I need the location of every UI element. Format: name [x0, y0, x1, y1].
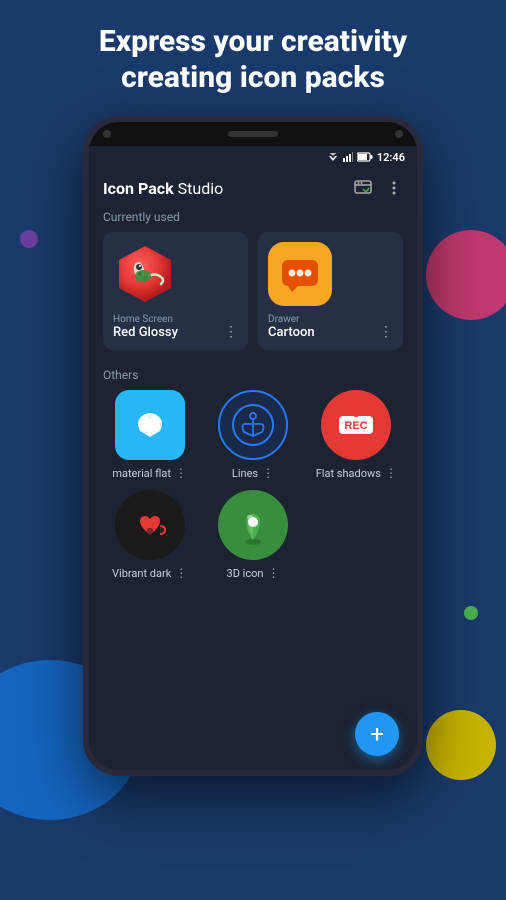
status-icons: 12:46: [327, 151, 405, 164]
shield-icon[interactable]: [353, 178, 373, 198]
lines-footer: Lines ⋮: [206, 466, 299, 480]
vibrant-dark-name: Vibrant dark: [112, 567, 171, 580]
3d-icon-footer: 3D icon ⋮: [206, 566, 299, 580]
3d-icon-svg: [228, 500, 278, 550]
flat-shadows-dots[interactable]: ⋮: [385, 466, 397, 480]
fab-plus-icon: +: [370, 722, 384, 746]
lines-icon: [218, 390, 288, 460]
front-camera2: [395, 130, 403, 138]
title-bold: Icon Pack: [103, 179, 174, 198]
3d-icon-name: 3D icon: [227, 567, 264, 580]
home-screen-name: Red Glossy: [113, 325, 178, 340]
status-time: 12:46: [377, 151, 405, 164]
phone-frame: 12:46 Icon Pack Studio: [83, 116, 423, 776]
material-flat-name: material flat: [112, 467, 171, 480]
flat-shadows-item[interactable]: REC Flat shadows ⋮: [310, 390, 403, 480]
title-normal: Studio: [174, 179, 224, 198]
vibrant-dark-svg: [125, 500, 175, 550]
cartoon-icon: [268, 242, 332, 306]
3d-icon-item[interactable]: 3D icon ⋮: [206, 490, 299, 580]
flat-shadows-svg: REC: [331, 400, 381, 450]
vibrant-dark-dots[interactable]: ⋮: [175, 566, 187, 580]
drawer-dots[interactable]: ⋮: [379, 324, 393, 340]
phone-top-bar: [89, 122, 417, 146]
red-glossy-svg: [113, 242, 177, 306]
vibrant-dark-item[interactable]: Vibrant dark ⋮: [103, 490, 196, 580]
lines-item[interactable]: Lines ⋮: [206, 390, 299, 480]
drawer-card-footer: Drawer Cartoon ⋮: [268, 314, 393, 340]
bg-circle-magenta: [426, 230, 506, 320]
front-camera: [103, 130, 111, 138]
app-toolbar: Icon Pack Studio: [89, 168, 417, 206]
fab-button[interactable]: +: [355, 712, 399, 756]
drawer-subtitle: Drawer: [268, 314, 315, 325]
signal-icon: [343, 152, 353, 162]
lines-dots[interactable]: ⋮: [262, 466, 274, 480]
header-text: Express your creativity creating icon pa…: [59, 0, 447, 116]
drawer-name: Cartoon: [268, 325, 315, 340]
more-vert-icon[interactable]: [385, 179, 403, 197]
flat-shadows-name: Flat shadows: [316, 467, 381, 480]
bg-circle-green: [464, 606, 478, 620]
cartoon-svg: [278, 252, 322, 296]
flat-shadows-icon: REC: [321, 390, 391, 460]
bg-circle-yellow: [426, 710, 496, 780]
header-line1: Express your creativity: [99, 24, 407, 59]
flat-shadows-footer: Flat shadows ⋮: [310, 466, 403, 480]
app-title: Icon Pack Studio: [103, 179, 223, 198]
material-flat-svg: [128, 403, 172, 447]
home-screen-subtitle: Home Screen: [113, 314, 178, 325]
others-label: Others: [89, 364, 417, 390]
others-grid: material flat ⋮ Lines: [89, 390, 417, 594]
app-content: Icon Pack Studio Curre: [89, 168, 417, 770]
material-flat-dots[interactable]: ⋮: [175, 466, 187, 480]
drawer-card[interactable]: Drawer Cartoon ⋮: [258, 232, 403, 350]
vibrant-dark-icon: [115, 490, 185, 560]
status-bar: 12:46: [89, 146, 417, 168]
3d-icon-icon: [218, 490, 288, 560]
header-line2: creating icon packs: [121, 60, 385, 95]
lines-name: Lines: [232, 467, 258, 480]
currently-used-section: Home Screen Red Glossy ⋮: [89, 232, 417, 364]
svg-text:REC: REC: [345, 420, 368, 432]
material-flat-item[interactable]: material flat ⋮: [103, 390, 196, 480]
material-flat-icon: [115, 390, 185, 460]
material-flat-footer: material flat ⋮: [103, 466, 196, 480]
3d-icon-dots[interactable]: ⋮: [267, 566, 279, 580]
home-screen-dots[interactable]: ⋮: [224, 324, 238, 340]
home-screen-card[interactable]: Home Screen Red Glossy ⋮: [103, 232, 248, 350]
currently-used-label: Currently used: [89, 206, 417, 232]
home-screen-card-footer: Home Screen Red Glossy ⋮: [113, 314, 238, 340]
vibrant-dark-footer: Vibrant dark ⋮: [103, 566, 196, 580]
toolbar-icons: [353, 178, 403, 198]
wifi-icon: [327, 152, 339, 162]
red-glossy-icon: [113, 242, 177, 306]
bg-circle-purple: [20, 230, 38, 248]
lines-svg: [230, 402, 276, 448]
battery-icon: [357, 152, 373, 162]
phone-speaker: [228, 131, 278, 137]
